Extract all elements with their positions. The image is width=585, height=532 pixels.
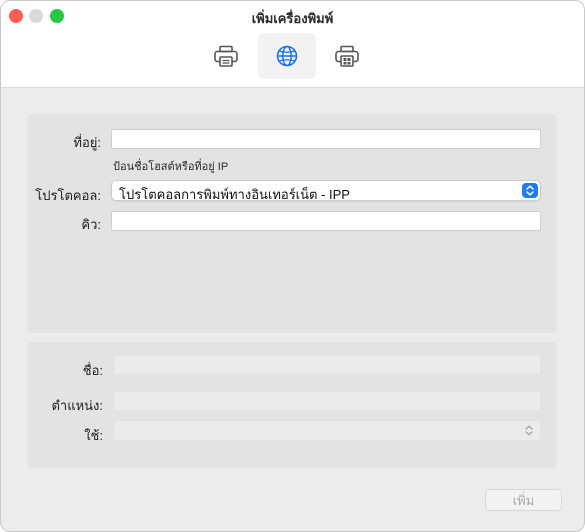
globe-icon xyxy=(275,44,299,68)
use-label: ใช้: xyxy=(84,428,103,443)
location-label: ตำแหน่ง: xyxy=(51,398,103,413)
windows-printer-icon xyxy=(334,44,360,68)
chevron-updown-icon xyxy=(524,424,534,437)
queue-label: คิว: xyxy=(81,217,101,232)
address-label: ที่อยู่: xyxy=(73,135,101,150)
address-field[interactable] xyxy=(111,129,541,149)
chevron-updown-icon xyxy=(522,183,538,198)
tab-default[interactable] xyxy=(197,33,255,79)
tab-windows[interactable] xyxy=(318,33,376,79)
queue-field[interactable] xyxy=(111,211,541,231)
protocol-value: โปรโตคอลการพิมพ์ทางอินเทอร์เน็ต - IPP xyxy=(119,187,350,202)
titlebar: เพิ่มเครื่องพิมพ์ xyxy=(1,1,584,88)
protocol-select[interactable]: โปรโตคอลการพิมพ์ทางอินเทอร์เน็ต - IPP xyxy=(111,180,541,202)
use-select[interactable] xyxy=(113,420,541,441)
add-button[interactable]: เพิ่ม xyxy=(485,489,562,511)
printer-icon xyxy=(213,44,239,68)
address-hint: ป้อนชื่อโฮสต์หรือที่อยู่ IP xyxy=(113,161,229,173)
protocol-label: โปรโตคอล: xyxy=(35,188,101,203)
add-printer-window: เพิ่มเครื่องพิมพ์ ที่อยู่: ป้อนชื่อโฮสต์… xyxy=(0,0,585,532)
name-label: ชื่อ: xyxy=(82,363,103,378)
window-title: เพิ่มเครื่องพิมพ์ xyxy=(251,11,334,26)
name-field[interactable] xyxy=(113,355,541,375)
tab-ip[interactable] xyxy=(258,33,316,79)
location-field[interactable] xyxy=(113,391,541,411)
